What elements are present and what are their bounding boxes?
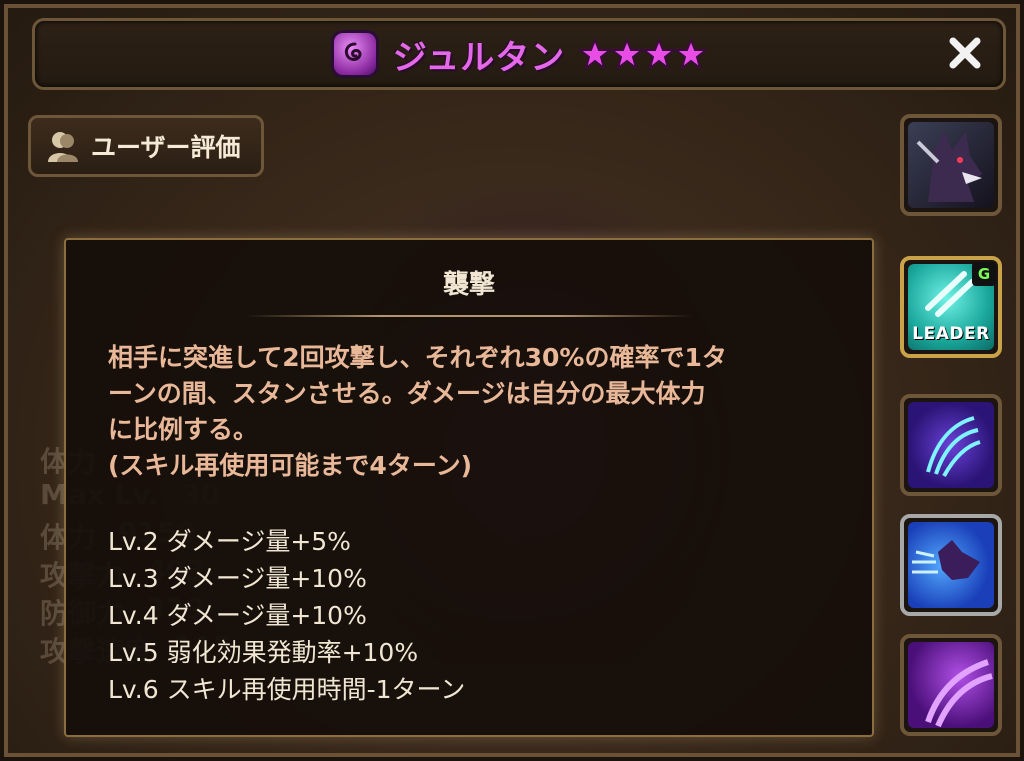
skill-1-button[interactable] [900,394,1002,496]
description-line: ーンの間、スタンさせる。ダメージは自分の最大体力 [108,379,706,408]
monster-portrait-button[interactable] [900,114,1002,216]
skill-description: 相手に突進して2回攻撃し、それぞれ30%の確率で1タ ーンの間、スタンさせる。ダ… [108,340,838,484]
skill-tooltip: 襲撃 相手に突進して2回攻撃し、それぞれ30%の確率で1タ ーンの間、スタンさせ… [64,238,874,737]
title-bar: ジュルタン [32,18,1006,90]
wolf-charge-skill-icon [908,522,994,608]
monster-name: ジュルタン [392,37,566,78]
close-icon [949,37,981,69]
leader-skill-button[interactable]: G LEADER [900,256,1002,358]
star-icon [579,38,612,70]
leader-label: LEADER [912,324,990,344]
slash-skill-icon [908,642,994,728]
star-rating [579,38,708,70]
user-rating-label: ユーザー評価 [91,133,241,162]
star-icon [675,38,708,70]
skill-2-button[interactable] [900,514,1002,616]
skill-level-bonuses: Lv.2 ダメージ量+5% Lv.3 ダメージ量+10% Lv.4 ダメージ量+… [108,523,838,708]
skill-3-button[interactable] [900,634,1002,736]
level-bonus: Lv.5 弱化効果発動率+10% [108,638,419,667]
leader-badge: G [972,262,996,286]
star-icon [611,38,644,70]
user-silhouette-icon [48,132,78,162]
description-line: 相手に突進して2回攻撃し、それぞれ30%の確率で1タ [108,343,727,372]
level-bonus: Lv.4 ダメージ量+10% [108,601,367,630]
level-bonus: Lv.2 ダメージ量+5% [108,527,351,556]
description-line: に比例する。 [108,415,259,444]
cooldown-line: (スキル再使用可能まで4ターン) [108,451,472,480]
level-bonus: Lv.3 ダメージ量+10% [108,564,367,593]
star-icon [643,38,676,70]
user-rating-button[interactable]: ユーザー評価 [28,115,264,177]
dark-element-icon [330,30,379,78]
claw-strike-skill-icon [908,402,994,488]
skill-name: 襲撃 [442,270,495,300]
werewolf-portrait-icon [908,122,994,208]
close-button[interactable] [943,31,987,75]
level-bonus: Lv.6 スキル再使用時間-1ターン [108,675,466,704]
leader-skill-icon: G LEADER [908,262,996,350]
divider [246,315,692,317]
